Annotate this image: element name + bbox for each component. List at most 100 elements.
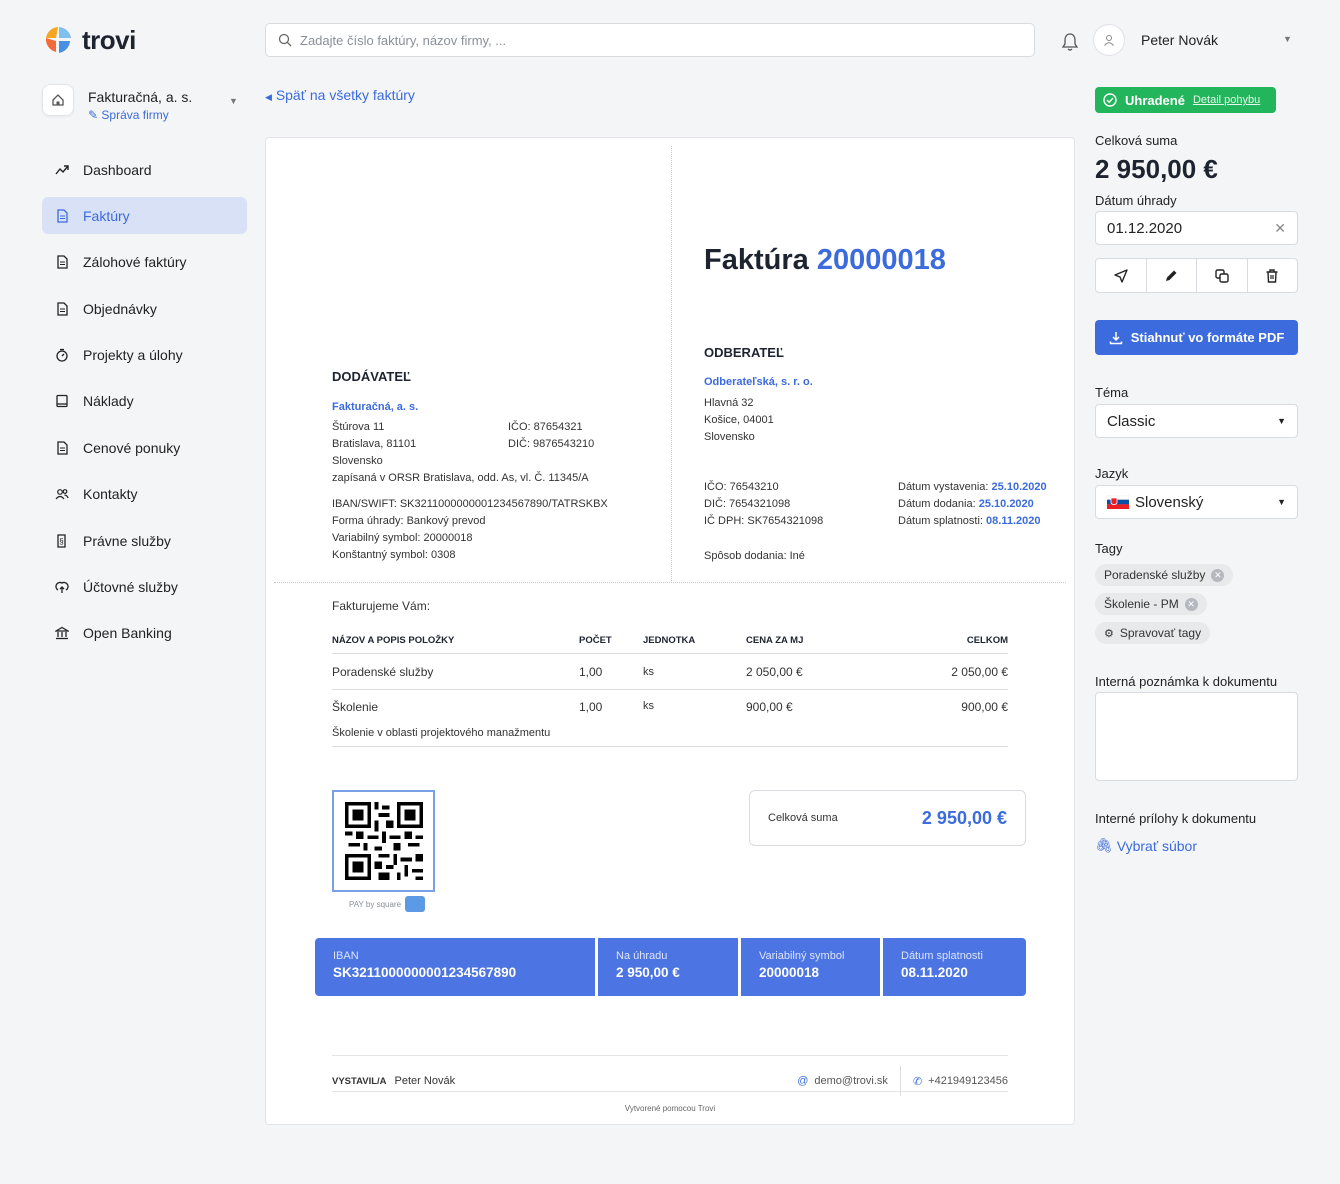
sidebar-item-zalohove-faktury[interactable]: Zálohové faktúry [42, 244, 247, 281]
customer-street: Hlavná 32 [704, 397, 754, 409]
back-to-invoices-link[interactable]: ◀ Späť na všetky faktúry [265, 87, 415, 103]
delivery-method: Spôsob dodania: Iné [704, 550, 805, 562]
company-caret-icon[interactable]: ▼ [229, 96, 238, 106]
invoice-title: Faktúra 20000018 [704, 244, 946, 277]
payment-amount-label: Na úhradu [616, 950, 668, 962]
invoice-actions [1095, 258, 1298, 293]
sidebar-item-label: Právne služby [83, 532, 171, 549]
supplier-name: Fakturačná, a. s. [332, 401, 419, 413]
sidebar-item-kontakty[interactable]: Kontakty [42, 476, 247, 513]
payment-iban-label: IBAN [333, 950, 359, 962]
internal-note-textarea[interactable] [1095, 692, 1298, 781]
phone-icon: ✆ [912, 1075, 923, 1088]
invoice-title-word: Faktúra [704, 244, 809, 276]
item-price: 900,00 € [746, 700, 793, 714]
user-caret-icon[interactable]: ▼ [1283, 34, 1292, 44]
customer-dic: DIČ: 7654321098 [704, 498, 791, 510]
language-selected: Slovenský [1107, 494, 1203, 511]
sidebar-item-dashboard[interactable]: Dashboard [42, 151, 247, 188]
download-pdf-button[interactable]: Stiahnuť vo formáte PDF [1095, 320, 1298, 355]
paid-date-field[interactable]: 01.12.2020 ✕ [1095, 211, 1298, 245]
customer-icdph: IČ DPH: SK7654321098 [704, 515, 824, 527]
tablet-icon [56, 395, 68, 408]
manage-tags-label: Spravovať tagy [1119, 626, 1202, 640]
sidebar-item-naklady[interactable]: Náklady [42, 383, 247, 420]
column-header: NÁZOV A POPIS POLOŽKY [332, 635, 455, 646]
svg-text:§: § [59, 537, 63, 546]
payment-due-label: Dátum splatnosti [901, 950, 983, 962]
payment-amount-value: 2 950,00 € [616, 965, 680, 980]
customer-ico: IČO: 76543210 [704, 481, 779, 493]
sidebar-item-label: Projekty a úlohy [83, 347, 183, 364]
choose-file-link[interactable]: 🖇 Vybrať súbor [1095, 837, 1197, 854]
sidebar-item-pravne-sluzby[interactable]: § Právne služby [42, 522, 247, 559]
supplier-ico: IČO: 87654321 [508, 421, 583, 433]
sidebar-item-cenove-ponuky[interactable]: Cenové ponuky [42, 429, 247, 466]
language-value: Slovenský [1135, 493, 1204, 511]
app-logo[interactable]: trovi [42, 24, 136, 56]
sidebar-item-uctovne-sluzby[interactable]: Účtovné služby [42, 569, 247, 606]
delete-button[interactable] [1248, 259, 1298, 292]
sidebar-item-open-banking[interactable]: Open Banking [42, 615, 247, 652]
remove-tag-icon[interactable]: ✕ [1184, 597, 1198, 611]
clear-icon[interactable]: ✕ [1274, 220, 1286, 237]
payment-form: Forma úhrady: Bankový prevod [332, 515, 486, 527]
duplicate-button[interactable] [1197, 259, 1248, 292]
sidebar-item-label: Kontakty [83, 486, 138, 503]
search-input[interactable] [300, 32, 1000, 48]
qr-code-image [344, 802, 423, 880]
supplier-city: Bratislava, 81101 [332, 438, 417, 450]
document-icon [57, 209, 68, 223]
search-bar[interactable] [265, 23, 1035, 57]
edit-button[interactable] [1147, 259, 1197, 292]
trend-icon [55, 164, 69, 174]
check-circle-icon [1103, 93, 1117, 107]
paybysquare-text: PAY by square [349, 899, 402, 909]
panel-total-label: Celková suma [1095, 133, 1178, 148]
paid-date-value: 01.12.2020 [1107, 219, 1183, 237]
company-manage-label: Správa firmy [101, 108, 169, 122]
invoice-number: 20000018 [816, 244, 946, 276]
company-switcher[interactable]: Fakturačná, a. s. ✎ Správa firmy ▼ [42, 84, 247, 122]
theme-select[interactable]: Classic ▼ [1095, 404, 1298, 438]
theme-value: Classic [1107, 412, 1156, 430]
paid-date-label: Dátum úhrady [1095, 193, 1177, 208]
supplier-heading: DODÁVATEĽ [332, 369, 411, 384]
paperclip-icon: 🖇 [1095, 837, 1113, 853]
payment-info-bar: IBAN SK3211000000001234567890 Na úhradu … [315, 938, 1026, 996]
supplier-street: Štúrova 11 [332, 421, 385, 433]
tag-chip[interactable]: Poradenské služby ✕ [1095, 564, 1234, 586]
note-label: Interná poznámka k dokumentu [1095, 674, 1278, 689]
table-row: Školenie 1,00 ks 900,00 € 900,00 € Škole… [332, 690, 1008, 747]
sidebar-item-faktury[interactable]: Faktúry [42, 197, 247, 235]
choose-file-label: Vybrať súbor [1116, 837, 1197, 854]
customer-name: Odberateľská, s. r. o. [704, 376, 813, 388]
tag-label: Školenie - PM [1104, 597, 1179, 611]
tag-chip[interactable]: Školenie - PM ✕ [1095, 593, 1207, 615]
back-label: Späť na všetky faktúry [275, 87, 415, 103]
send-icon [1114, 268, 1128, 283]
document-icon [57, 255, 68, 269]
send-button[interactable] [1096, 259, 1147, 292]
footer-divider [332, 1091, 1008, 1092]
payment-amount: Na úhradu 2 950,00 € [598, 938, 738, 996]
sidebar-item-objednavky[interactable]: Objednávky [42, 290, 247, 327]
download-icon [1109, 331, 1122, 344]
sidebar-item-projekty[interactable]: Projekty a úlohy [42, 337, 247, 374]
company-manage-link[interactable]: ✎ Správa firmy [88, 108, 192, 122]
manage-tags-button[interactable]: ⚙ Spravovať tagy [1095, 622, 1211, 644]
status-detail-link[interactable]: Detail pohybu [1193, 94, 1260, 106]
app-name: trovi [82, 24, 136, 55]
remove-tag-icon[interactable]: ✕ [1211, 568, 1225, 582]
item-description: Školenie v oblasti projektového manažmen… [332, 726, 551, 739]
user-menu[interactable]: Peter Novák [1093, 24, 1218, 56]
chevron-down-icon: ▼ [1277, 497, 1286, 507]
notifications-button[interactable] [1061, 32, 1079, 57]
language-label: Jazyk [1095, 466, 1129, 481]
items-table: NÁZOV A POPIS POLOŽKY POČET JEDNOTKA CEN… [332, 628, 1008, 747]
item-unit: ks [643, 665, 654, 678]
language-select[interactable]: Slovenský ▼ [1095, 485, 1298, 519]
company-name: Fakturačná, a. s. [88, 89, 193, 105]
item-total: 900,00 € [961, 700, 1008, 714]
download-pdf-label: Stiahnuť vo formáte PDF [1130, 330, 1285, 345]
